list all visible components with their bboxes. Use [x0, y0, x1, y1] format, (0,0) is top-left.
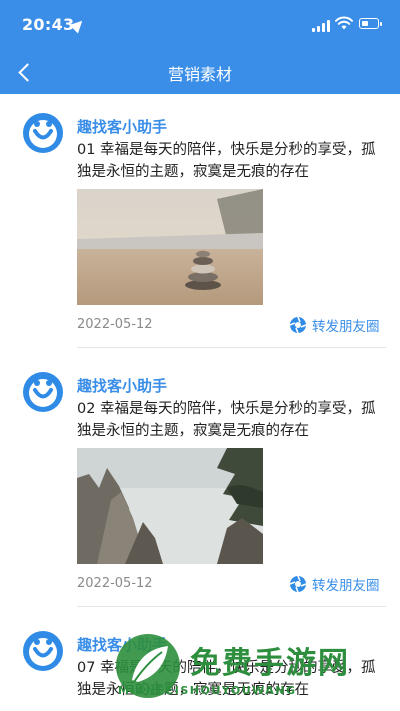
divider — [77, 606, 386, 607]
wifi-icon — [335, 16, 353, 30]
post-text: 02 幸福是每天的陪伴，快乐是分秒的享受，孤独是永恒的主题，寂寞是无痕的存在 — [77, 401, 376, 439]
share-label: 转发朋友圈 — [312, 578, 380, 594]
assistant-avatar-icon — [23, 631, 63, 671]
post-date: 2022-05-12 — [77, 576, 153, 591]
navigation-bar: 营销素材 — [0, 50, 400, 94]
watermark: 免费手游网 MIANFEISHOUYOUWANG — [108, 630, 388, 708]
post-image-beach-stones[interactable] — [77, 189, 263, 305]
post-author: 趣找客小助手 — [77, 118, 168, 136]
battery-icon — [359, 18, 382, 29]
post-author: 趣找客小助手 — [77, 377, 168, 395]
share-moments-button[interactable]: 转发朋友圈 — [289, 315, 380, 335]
post-image-mountain-pine[interactable] — [77, 448, 263, 564]
share-moments-button[interactable]: 转发朋友圈 — [289, 574, 380, 594]
shutter-icon — [289, 575, 307, 593]
status-time: 20:43 — [22, 15, 75, 34]
cellular-signal-icon — [312, 20, 330, 32]
watermark-title: 免费手游网 — [190, 646, 350, 681]
watermark-subtitle: MIANFEISHOUYOUWANG — [118, 684, 297, 697]
share-label: 转发朋友圈 — [312, 319, 380, 335]
assistant-avatar-icon — [23, 372, 63, 412]
top-bar: 20:43 营销素材 — [0, 0, 400, 94]
post-date: 2022-05-12 — [77, 317, 153, 332]
post-text: 01 幸福是每天的陪伴，快乐是分秒的享受，孤独是永恒的主题，寂寞是无痕的存在 — [77, 142, 376, 180]
assistant-avatar-icon — [23, 113, 63, 153]
shutter-icon — [289, 316, 307, 334]
material-feed[interactable]: 趣找客小助手 01 幸福是每天的陪伴，快乐是分秒的享受，孤独是永恒的主题，寂寞是… — [0, 94, 400, 711]
post-item: 趣找客小助手 02 幸福是每天的陪伴，快乐是分秒的享受，孤独是永恒的主题，寂寞是… — [0, 353, 400, 613]
status-bar: 20:43 — [0, 0, 400, 50]
divider — [77, 347, 386, 348]
page-title: 营销素材 — [167, 65, 232, 84]
post-item: 趣找客小助手 01 幸福是每天的陪伴，快乐是分秒的享受，孤独是永恒的主题，寂寞是… — [0, 94, 400, 354]
